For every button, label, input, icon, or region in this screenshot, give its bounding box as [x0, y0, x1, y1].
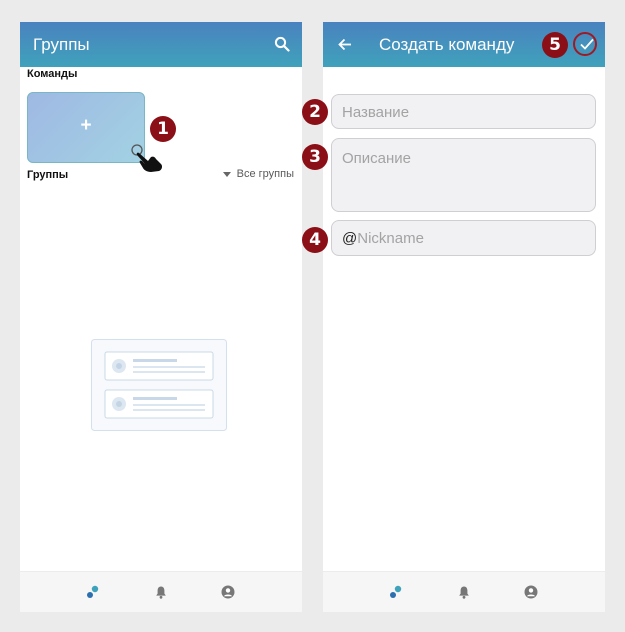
search-icon[interactable]: [274, 36, 290, 52]
teams-section-label: Команды: [27, 68, 78, 80]
page-title: Группы: [33, 35, 90, 54]
create-team-screen: Создать команду Название Описание @Nickn…: [323, 22, 605, 612]
nickname-placeholder: Nickname: [357, 230, 424, 247]
page-title: Создать команду: [379, 35, 515, 54]
step-badge-4: 4: [302, 227, 328, 253]
step-badge-1: 1: [150, 116, 176, 142]
description-field[interactable]: Описание: [331, 138, 596, 212]
caret-down-icon: [222, 171, 231, 177]
profile-icon[interactable]: [221, 585, 235, 599]
groups-icon[interactable]: [389, 585, 403, 599]
confirm-highlight-ring: [573, 32, 597, 56]
groups-app-bar: Группы: [20, 22, 302, 67]
add-team-card[interactable]: +: [27, 92, 145, 163]
empty-list-illustration: [91, 339, 227, 431]
all-groups-label: Все группы: [236, 168, 294, 180]
all-groups-filter[interactable]: Все группы: [222, 168, 294, 180]
bell-icon[interactable]: [457, 585, 471, 599]
step-badge-2: 2: [302, 99, 328, 125]
arrow-left-icon[interactable]: [338, 38, 352, 51]
groups-section-label: Группы: [27, 169, 69, 181]
at-prefix: @: [342, 230, 358, 247]
groups-screen: Группы Команды + Группы Все группы: [20, 22, 302, 612]
description-placeholder: Описание: [342, 150, 412, 167]
bell-icon[interactable]: [154, 585, 168, 599]
tap-hand-icon: [131, 144, 163, 172]
add-team-plus: +: [80, 115, 92, 136]
bottom-navigation: [323, 571, 605, 612]
step-badge-3: 3: [302, 144, 328, 170]
groups-icon[interactable]: [86, 585, 100, 599]
step-badge-5: 5: [542, 32, 568, 58]
bottom-navigation: [20, 571, 302, 612]
name-placeholder: Название: [342, 104, 410, 121]
nickname-field[interactable]: @Nickname: [331, 220, 596, 256]
profile-icon[interactable]: [524, 585, 538, 599]
name-field[interactable]: Название: [331, 94, 596, 129]
